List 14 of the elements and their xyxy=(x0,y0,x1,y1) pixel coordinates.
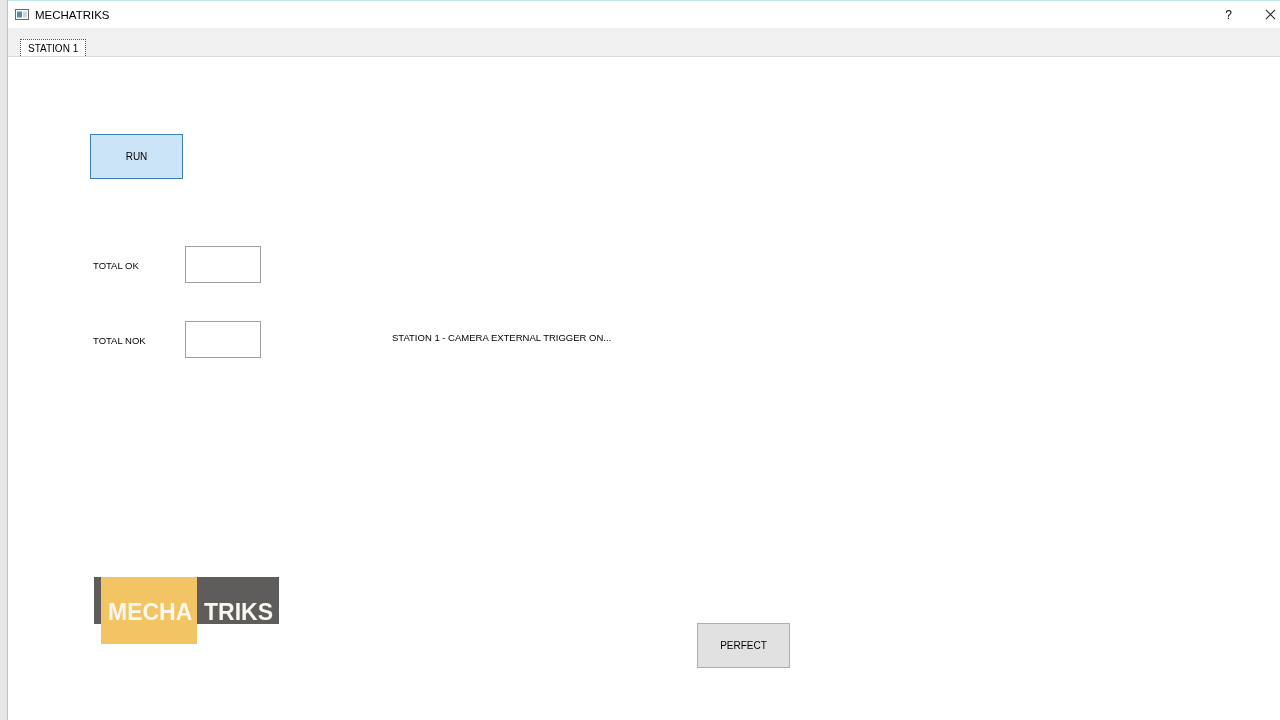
counter-field[interactable] xyxy=(185,321,261,358)
window-title: MECHATRIKS xyxy=(35,8,110,21)
station-tab[interactable]: STATION 1 xyxy=(20,39,87,56)
logo-word: TRIKS xyxy=(204,600,273,624)
close-icon[interactable] xyxy=(1265,9,1276,20)
help-button[interactable]: ? xyxy=(1223,7,1234,22)
logo-word: MECHA xyxy=(101,577,197,644)
status-message: STATION 1 - CAMERA EXTERNAL TRIGGER ON... xyxy=(392,332,612,343)
perfect-button[interactable]: PERFECT xyxy=(697,623,790,668)
counter-field[interactable] xyxy=(185,246,261,283)
run-button[interactable]: RUN xyxy=(90,134,183,179)
window-icon xyxy=(15,9,29,20)
counter-label: TOTAL NOK xyxy=(92,335,147,346)
counter-label: TOTAL OK xyxy=(92,260,140,271)
